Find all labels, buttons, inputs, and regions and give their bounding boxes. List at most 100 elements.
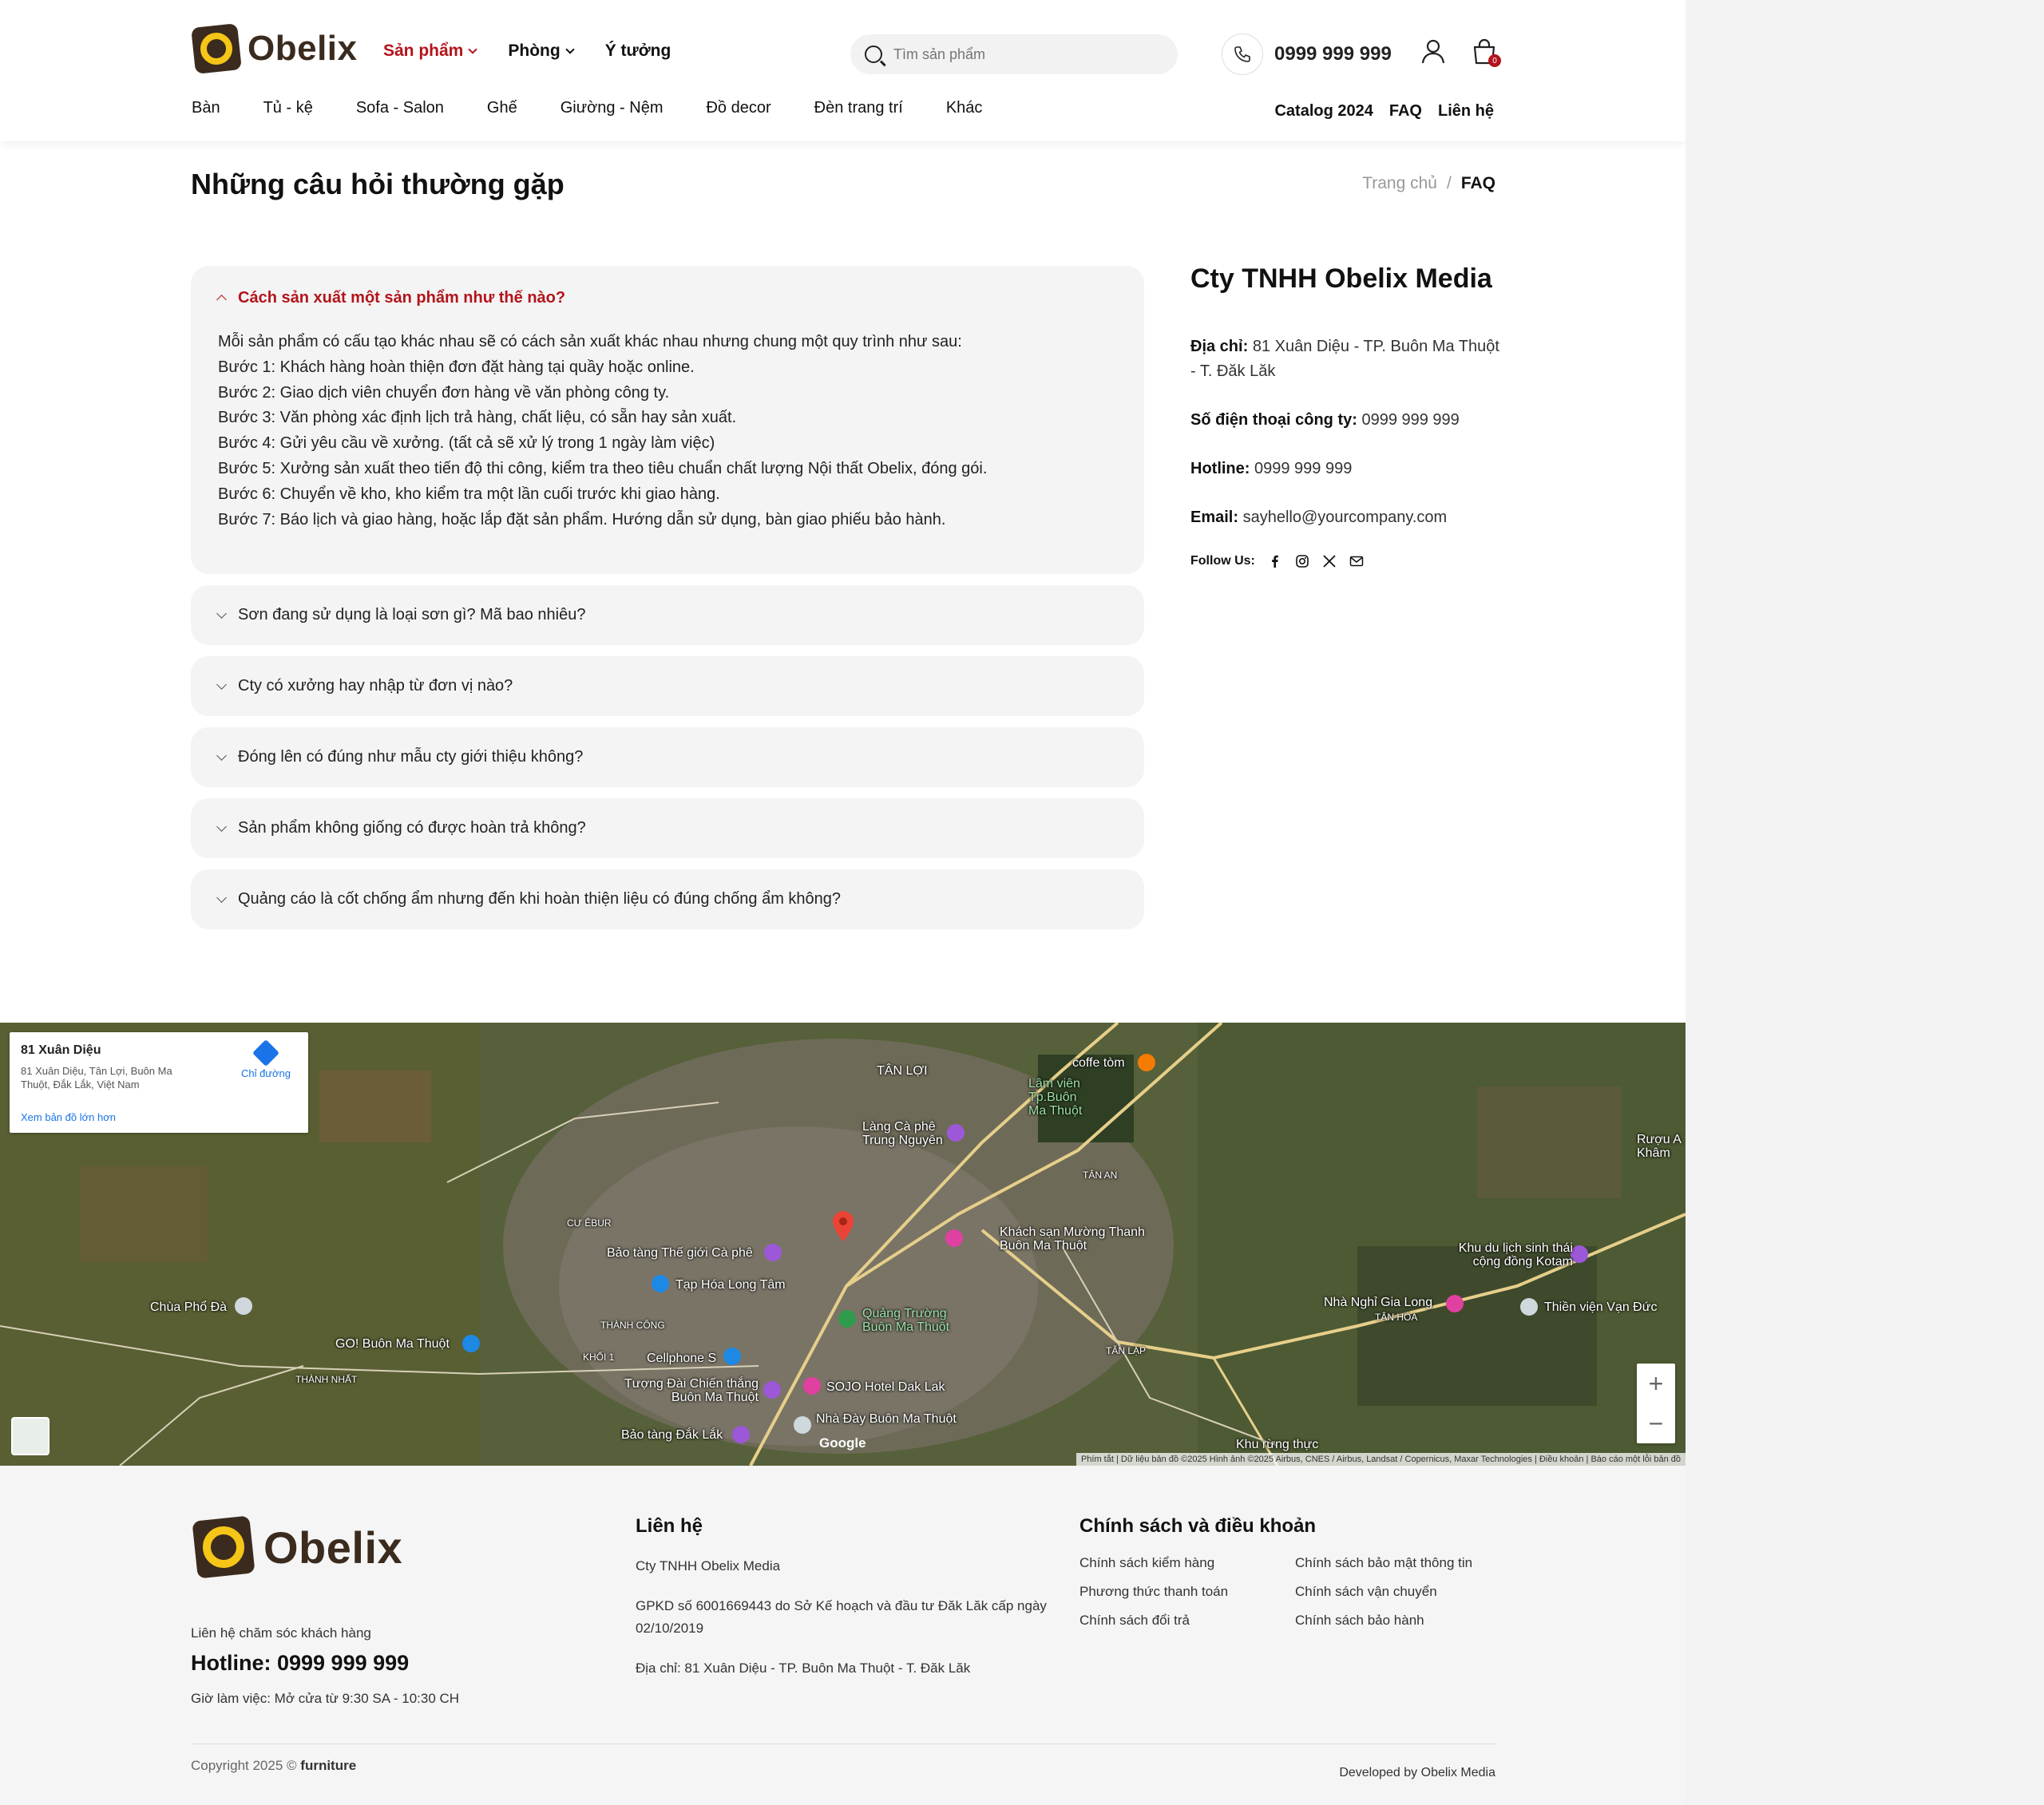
faq-question-toggle[interactable]: Cty có xưởng hay nhập từ đơn vị nào? — [216, 656, 1117, 716]
faq-question-toggle[interactable]: Sản phẩm không giống có được hoàn trả kh… — [216, 798, 1117, 858]
faq-item[interactable]: Đóng lên có đúng như mẫu cty giới thiệu … — [191, 727, 1144, 788]
policy-link[interactable]: Chính sách vận chuyển — [1295, 1584, 1503, 1600]
faq-answer-line: Mỗi sản phẩm có cấu tạo khác nhau sẽ có … — [218, 333, 962, 350]
footer-hotline[interactable]: Hotline: 0999 999 999 — [191, 1651, 409, 1676]
footer-license: GPKD số 6001669443 do Sở Kế hoạch và đầu… — [636, 1598, 1047, 1636]
footer-logo[interactable]: Obelix — [192, 1515, 402, 1579]
directions-label: Chỉ đường — [240, 1067, 291, 1079]
faq-item[interactable]: Cty có xưởng hay nhập từ đơn vị nào? — [191, 656, 1144, 717]
map-attribution[interactable]: Phím tắt | Dữ liệu bản đồ ©2025 Hình ảnh… — [1075, 1453, 1686, 1466]
policy-link[interactable]: Chính sách kiểm hàng — [1079, 1555, 1295, 1571]
email-value[interactable]: sayhello@yourcompany.com — [1243, 509, 1448, 526]
category-link[interactable]: Bàn — [192, 99, 220, 117]
map-label: Cellphone S — [647, 1352, 717, 1365]
map-label: Tượng Đài Chiến thắng Buôn Ma Thuột — [624, 1377, 759, 1404]
map-label: coffe tòm — [1072, 1056, 1125, 1070]
chevron-down-icon — [565, 45, 575, 54]
follow-label: Follow Us: — [1190, 554, 1255, 568]
map-label: Bảo tàng Đắk Lắk — [621, 1428, 723, 1442]
breadcrumb: Trang chủ / FAQ — [1362, 174, 1495, 193]
breadcrumb-home-link[interactable]: Trang chủ — [1362, 174, 1437, 193]
footer-policy-column: Chính sách và điều khoản Chính sách kiểm… — [1079, 1515, 1503, 1629]
policy-links: Chính sách kiểm hàng Chính sách bảo mật … — [1079, 1555, 1503, 1629]
x-icon[interactable] — [1322, 554, 1337, 568]
footer-contact-title: Liên hệ — [636, 1515, 703, 1537]
category-link[interactable]: Đồ decor — [706, 99, 770, 117]
map-label: Làng Cà phê Trung Nguyên — [862, 1120, 943, 1147]
chevron-down-icon — [216, 608, 227, 619]
faq-item[interactable]: Sản phẩm không giống có được hoàn trả kh… — [191, 798, 1144, 859]
policy-link[interactable]: Chính sách bảo hành — [1295, 1613, 1503, 1629]
larger-map-link[interactable]: Xem bản đồ lớn hơn — [21, 1111, 116, 1123]
email-label: Email: — [1190, 509, 1239, 526]
map-label: Nhà Nghỉ Gia Long — [1324, 1296, 1433, 1309]
cart-count-badge: 0 — [1488, 54, 1501, 67]
chevron-down-icon — [216, 821, 227, 833]
hotline-value[interactable]: 0999 999 999 — [1254, 460, 1352, 477]
faq-question-toggle[interactable]: Quảng cáo là cốt chống ẩm nhưng đến khi … — [216, 869, 1117, 929]
utility-nav: Catalog 2024 FAQ Liên hệ — [1274, 102, 1494, 121]
faq-question-text: Cty có xưởng hay nhập từ đơn vị nào? — [238, 677, 513, 695]
policy-link[interactable]: Phương thức thanh toán — [1079, 1584, 1295, 1600]
category-link[interactable]: Giường - Nệm — [561, 99, 664, 117]
faq-item-open: Cách sản xuất một sản phẩm như thế nào? … — [191, 266, 1144, 575]
map-label: TÂN AN — [1083, 1170, 1118, 1181]
logo[interactable]: Obelix — [191, 23, 358, 74]
nav-item-y-tuong[interactable]: Ý tưởng — [605, 42, 671, 61]
facebook-icon[interactable] — [1268, 554, 1282, 568]
map-label: Bảo tàng Thế giới Cà phê — [607, 1246, 753, 1260]
chevron-down-icon — [468, 45, 478, 54]
map-label: CƯ ÊBUR — [567, 1217, 612, 1229]
location-pin-icon[interactable] — [832, 1211, 854, 1241]
faq-link[interactable]: FAQ — [1389, 102, 1422, 121]
nav-label: Ý tưởng — [604, 42, 671, 60]
category-link[interactable]: Khác — [946, 99, 983, 117]
zoom-in-button[interactable]: + — [1637, 1364, 1675, 1403]
faq-answer-line: Bước 5: Xưởng sản xuất theo tiến độ thi … — [218, 459, 988, 477]
header-phone[interactable]: 0999 999 999 — [1222, 34, 1392, 75]
zoom-out-button[interactable]: − — [1637, 1403, 1675, 1443]
catalog-link[interactable]: Catalog 2024 — [1274, 102, 1373, 121]
faq-item[interactable]: Quảng cáo là cốt chống ẩm nhưng đến khi … — [191, 869, 1144, 930]
policy-link[interactable]: Chính sách bảo mật thông tin — [1295, 1555, 1503, 1571]
chevron-down-icon — [216, 893, 227, 904]
policy-link[interactable]: Chính sách đổi trả — [1079, 1613, 1295, 1629]
google-map[interactable]: TÂN LỢI coffe tòm Lâm viên Tp.Buôn Ma Th… — [0, 1023, 1686, 1466]
copyright-brand: furniture — [300, 1758, 357, 1773]
faq-question-toggle[interactable]: Cách sản xuất một sản phẩm như thế nào? — [216, 266, 1117, 330]
directions-icon — [252, 1039, 279, 1067]
company-phone-row: Số điện thoại công ty: 0999 999 999 — [1190, 408, 1502, 433]
category-link[interactable]: Ghế — [487, 99, 517, 117]
search-input[interactable] — [893, 46, 1133, 63]
breadcrumb-current: FAQ — [1460, 174, 1495, 192]
faq-question-toggle[interactable]: Sơn đang sử dụng là loại sơn gì? Mã bao … — [216, 585, 1117, 645]
email-icon[interactable] — [1349, 554, 1364, 568]
chevron-down-icon — [216, 750, 227, 762]
map-label: Khu du lịch sinh thái cộng đồng Kotam — [1458, 1241, 1573, 1269]
user-account-icon[interactable] — [1421, 38, 1445, 64]
hotline-label: Hotline: — [1190, 460, 1250, 477]
company-phone-value[interactable]: 0999 999 999 — [1361, 411, 1459, 429]
category-link[interactable]: Đèn trang trí — [814, 99, 903, 117]
nav-item-phong[interactable]: Phòng — [508, 42, 575, 61]
category-link[interactable]: Sofa - Salon — [356, 99, 444, 117]
search-bar[interactable] — [850, 34, 1178, 74]
contact-link[interactable]: Liên hệ — [1438, 102, 1494, 121]
map-layer-toggle[interactable] — [11, 1417, 50, 1455]
right-gutter — [1686, 0, 2044, 1805]
footer-contact-column: Liên hệ Cty TNHH Obelix Media GPKD số 60… — [636, 1515, 1051, 1697]
instagram-icon[interactable] — [1295, 554, 1309, 568]
faq-question-text: Cách sản xuất một sản phẩm như thế nào? — [238, 288, 566, 307]
search-icon[interactable] — [865, 46, 882, 63]
faq-question-toggle[interactable]: Đóng lên có đúng như mẫu cty giới thiệu … — [216, 727, 1117, 787]
faq-answer-line: Bước 4: Gửi yêu cầu về xưởng. (tất cả sẽ… — [218, 434, 715, 453]
cart-button[interactable]: 0 — [1471, 38, 1501, 67]
faq-item[interactable]: Sơn đang sử dụng là loại sơn gì? Mã bao … — [191, 585, 1144, 646]
category-link[interactable]: Tủ - kệ — [263, 99, 313, 117]
faq-question-text: Quảng cáo là cốt chống ẩm nhưng đến khi … — [238, 890, 842, 908]
chevron-down-icon — [216, 679, 227, 691]
map-label: Lâm viên Tp.Buôn Ma Thuột — [1028, 1077, 1083, 1118]
nav-item-san-pham[interactable]: Sản phẩm — [383, 42, 478, 61]
faq-answer-line: Bước 7: Báo lịch và giao hàng, hoặc lắp … — [218, 510, 946, 528]
directions-button[interactable]: Chỉ đường — [240, 1039, 291, 1079]
